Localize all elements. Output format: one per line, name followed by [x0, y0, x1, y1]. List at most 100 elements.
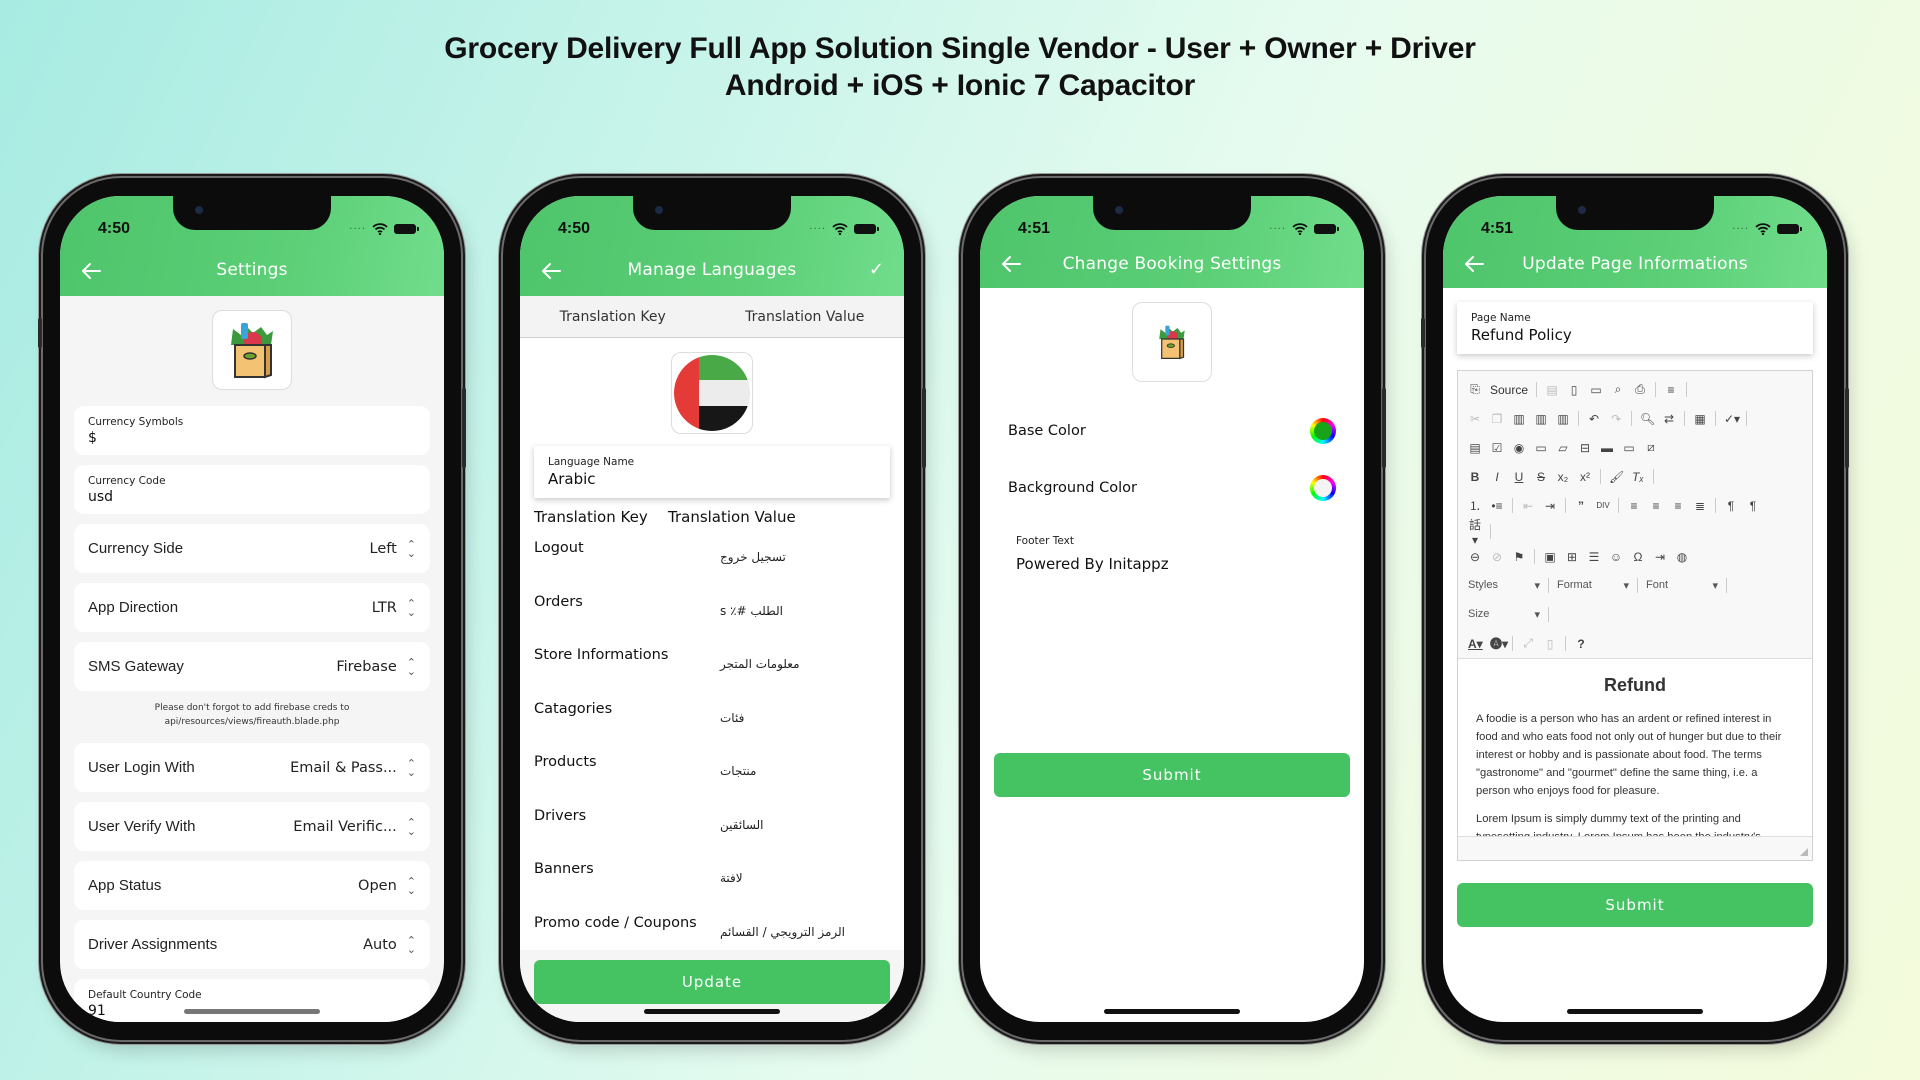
language-name-field[interactable]: Language Name Arabic [534, 446, 890, 498]
text-color-icon[interactable]: A▾ [1468, 637, 1483, 651]
find-icon[interactable]: 🔍︎ [1640, 412, 1655, 426]
footer-text-field[interactable]: Footer Text Powered By Initappz [980, 501, 1364, 573]
translation-value-input[interactable]: منتجات [720, 740, 756, 778]
text-field-icon[interactable]: ▭ [1534, 441, 1548, 455]
source-button[interactable]: Source [1490, 383, 1528, 397]
redo-icon[interactable]: ↷ [1609, 412, 1623, 426]
remove-format-icon[interactable]: Tₓ [1631, 470, 1645, 484]
submit-button[interactable]: Submit [1457, 883, 1813, 927]
numbered-list-icon[interactable]: ⒈ [1468, 497, 1482, 514]
translation-value-input[interactable]: معلومات المتجر [720, 633, 800, 671]
copy-format-icon[interactable]: 🖌︎ [1609, 470, 1624, 484]
align-right-icon[interactable]: ≡ [1671, 499, 1685, 513]
preview-icon[interactable]: ⌕ [1611, 382, 1625, 397]
styles-dropdown[interactable]: Styles ▾ [1468, 579, 1540, 592]
field-value[interactable]: $ [88, 430, 97, 446]
source-icon[interactable]: ⎘ [1468, 382, 1482, 397]
default-country-code-field[interactable]: Default Country Code 91 [74, 979, 430, 1022]
currency-code-field[interactable]: Currency Code usd [74, 465, 430, 514]
align-left-icon[interactable]: ≡ [1627, 499, 1641, 513]
export-pdf-icon[interactable]: ▭ [1589, 383, 1603, 397]
check-icon[interactable]: ✓ [869, 259, 884, 280]
paste-text-icon[interactable]: ▥ [1534, 412, 1548, 426]
tab-translation-key[interactable]: Translation Key [560, 309, 666, 325]
undo-icon[interactable]: ↶ [1587, 412, 1601, 426]
strikethrough-icon[interactable]: S [1534, 470, 1548, 484]
ltr-icon[interactable]: ¶ [1724, 499, 1738, 513]
grocery-bag-icon[interactable] [212, 310, 292, 390]
unlink-icon[interactable]: ⊘ [1490, 550, 1504, 564]
base-color-row[interactable]: Base Color [980, 418, 1364, 444]
translation-value-input[interactable]: فئات [720, 687, 744, 725]
user-verify-with-select[interactable]: User Verify With Email Verific... ⌃ ⌄ [74, 802, 430, 851]
image-button-icon[interactable]: ▭ [1622, 441, 1636, 455]
anchor-icon[interactable]: ⚑ [1512, 550, 1526, 564]
new-page-icon[interactable]: ▯ [1567, 383, 1581, 397]
app-status-select[interactable]: App Status Open ⌃ ⌄ [74, 861, 430, 910]
indent-icon[interactable]: ⇥ [1543, 499, 1557, 513]
translation-value-input[interactable]: لافتة [720, 847, 743, 885]
show-blocks-icon[interactable]: ▯ [1543, 637, 1557, 651]
maximize-icon[interactable]: ⤢ [1521, 636, 1535, 651]
field-value[interactable]: Powered By Initappz [1016, 555, 1328, 573]
page-name-field[interactable]: Page Name Refund Policy [1457, 302, 1813, 354]
superscript-icon[interactable]: x² [1578, 470, 1592, 484]
sms-gateway-select[interactable]: SMS Gateway Firebase ⌃ ⌄ [74, 642, 430, 691]
special-char-icon[interactable]: Ω [1631, 550, 1645, 564]
field-value[interactable]: 91 [88, 1003, 106, 1019]
base-color-picker[interactable] [1310, 418, 1336, 444]
templates-icon[interactable]: ≡ [1664, 383, 1678, 397]
copy-icon[interactable]: ❐ [1490, 412, 1504, 426]
field-value[interactable]: Refund Policy [1471, 326, 1799, 344]
background-color-row[interactable]: Background Color [980, 475, 1364, 501]
align-center-icon[interactable]: ≡ [1649, 499, 1663, 513]
checkbox-icon[interactable]: ☑ [1490, 441, 1504, 455]
uae-flag-icon[interactable] [671, 352, 753, 434]
justify-icon[interactable]: ≣ [1693, 499, 1707, 513]
grocery-bag-icon[interactable] [1132, 302, 1212, 382]
editor-content[interactable]: Refund A foodie is a person who has an a… [1458, 658, 1812, 836]
blockquote-icon[interactable]: ” [1574, 499, 1588, 513]
select-all-icon[interactable]: ▦ [1693, 412, 1707, 426]
form-icon[interactable]: ▤ [1468, 441, 1482, 455]
radio-icon[interactable]: ◉ [1512, 441, 1526, 455]
table-icon[interactable]: ⊞ [1565, 550, 1579, 564]
subscript-icon[interactable]: x₂ [1556, 470, 1570, 484]
outdent-icon[interactable]: ⇤ [1521, 499, 1535, 513]
translation-value-input[interactable]: الرمز الترويجي / القسائم [720, 901, 845, 939]
paste-word-icon[interactable]: ▥ [1556, 412, 1570, 426]
translation-value-input[interactable]: السائقين [720, 794, 764, 832]
user-login-with-select[interactable]: User Login With Email & Pass... ⌃ ⌄ [74, 743, 430, 792]
translation-value-input[interactable]: الطلب #٪ s [720, 580, 783, 618]
select-field-icon[interactable]: ⊟ [1578, 441, 1592, 455]
size-dropdown[interactable]: Size ▾ [1468, 608, 1540, 621]
app-direction-select[interactable]: App Direction LTR ⌃ ⌄ [74, 583, 430, 632]
currency-side-select[interactable]: Currency Side Left ⌃ ⌄ [74, 524, 430, 573]
cut-icon[interactable]: ✂ [1468, 412, 1482, 426]
spellcheck-icon[interactable]: ✓▾ [1724, 412, 1740, 426]
help-icon[interactable]: ? [1574, 637, 1588, 651]
rtl-icon[interactable]: ¶ [1746, 499, 1760, 513]
currency-symbols-field[interactable]: Currency Symbols $ [74, 406, 430, 455]
underline-icon[interactable]: U [1512, 470, 1526, 484]
horizontal-line-icon[interactable]: ☰ [1587, 550, 1601, 564]
textarea-icon[interactable]: ▱ [1556, 441, 1570, 455]
paste-icon[interactable]: ▥ [1512, 412, 1526, 426]
link-icon[interactable]: ⊖ [1468, 550, 1482, 564]
translation-value-input[interactable]: تسجيل خروج [720, 526, 786, 564]
field-value[interactable]: Arabic [548, 470, 876, 488]
page-break-icon[interactable]: ⇥ [1653, 550, 1667, 564]
bulleted-list-icon[interactable]: •≡ [1490, 499, 1504, 513]
save-icon[interactable]: ▤ [1545, 383, 1559, 397]
format-dropdown[interactable]: Format ▾ [1557, 579, 1629, 592]
submit-button[interactable]: Submit [994, 753, 1350, 797]
editor-resize-handle[interactable] [1458, 836, 1812, 860]
bold-icon[interactable]: B [1468, 470, 1482, 484]
background-color-picker[interactable] [1310, 475, 1336, 501]
iframe-icon[interactable]: ◍ [1675, 550, 1689, 564]
language-icon[interactable]: 話▾ [1468, 516, 1482, 547]
replace-icon[interactable]: ⇄ [1662, 412, 1676, 426]
print-icon[interactable]: ⎙ [1633, 382, 1647, 397]
hidden-field-icon[interactable]: ⧄ [1644, 440, 1658, 455]
driver-assignments-select[interactable]: Driver Assignments Auto ⌃ ⌄ [74, 920, 430, 969]
